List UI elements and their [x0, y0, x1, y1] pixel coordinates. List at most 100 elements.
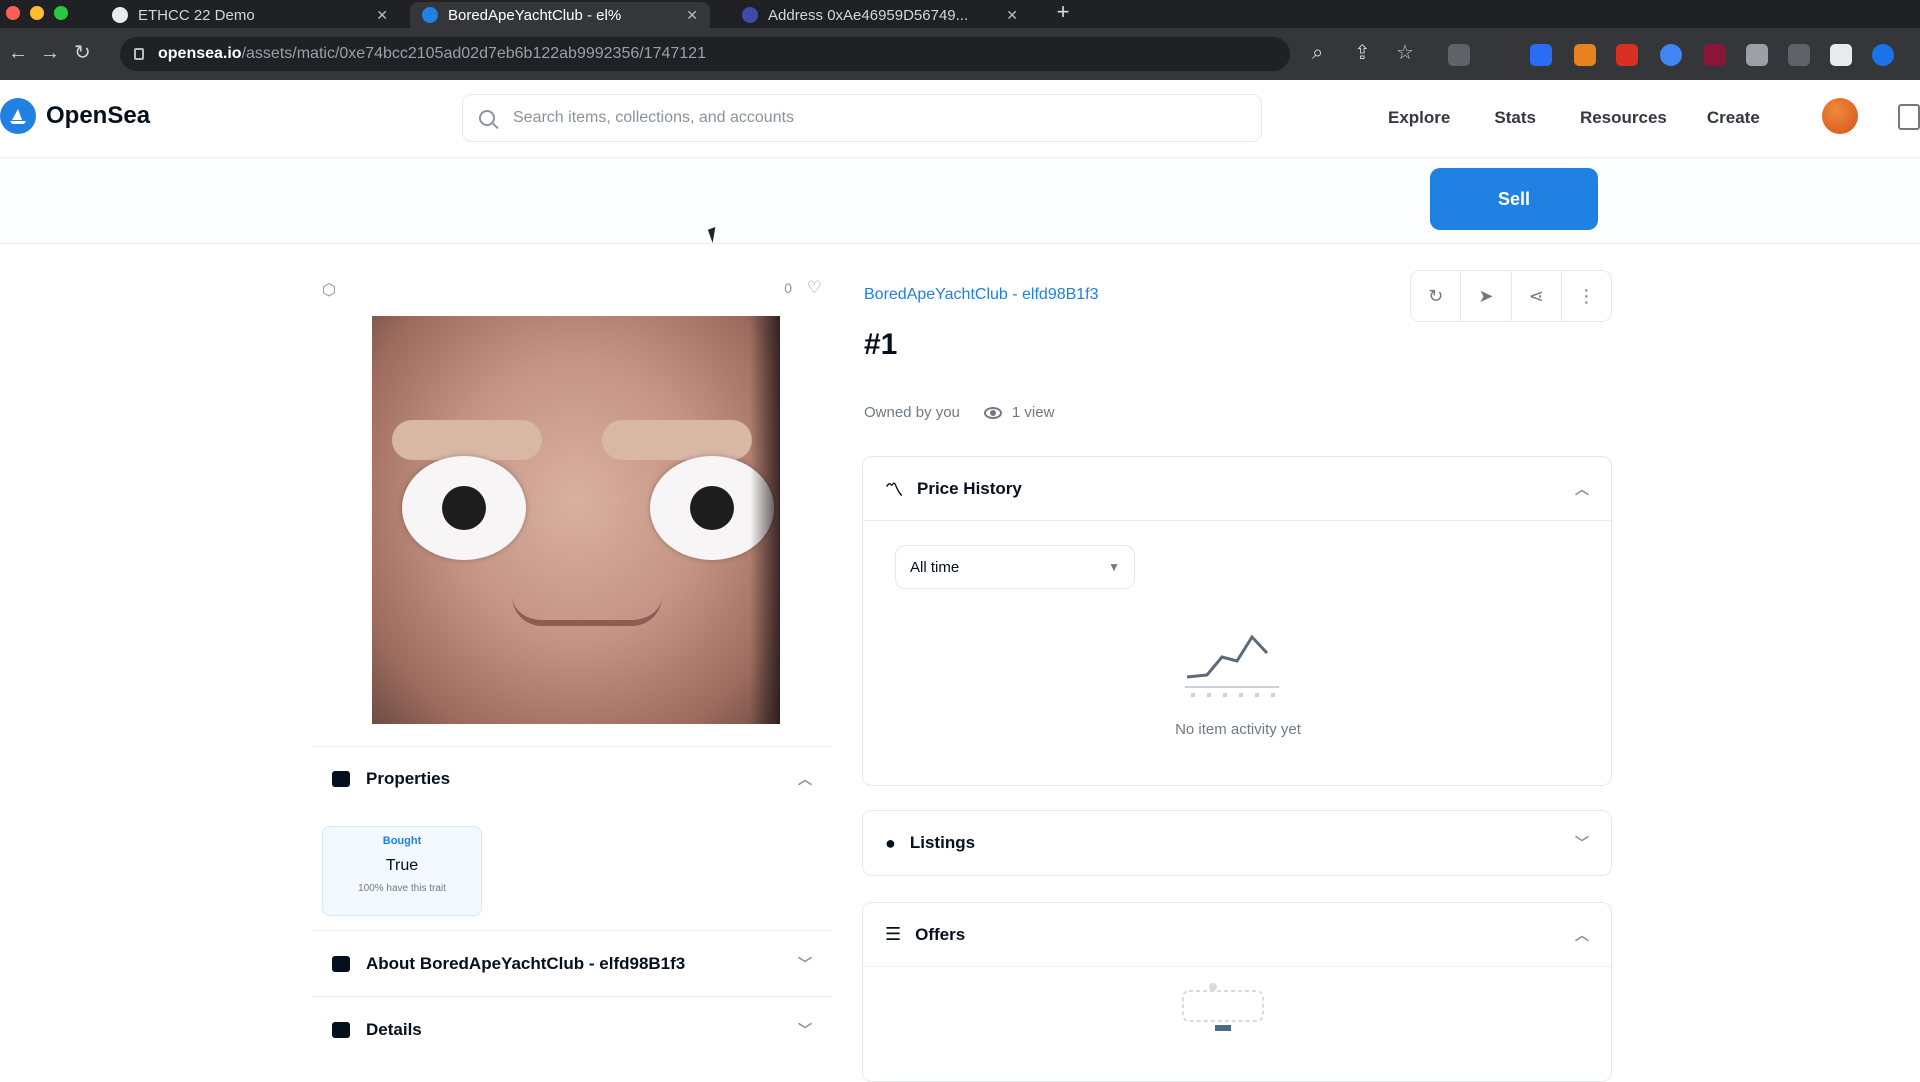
views-eye-icon — [983, 406, 1002, 419]
tab-title: BoredApeYachtClub - el% — [448, 6, 622, 24]
maximize-window-button[interactable] — [54, 6, 68, 20]
forward-arrow-icon[interactable]: → — [40, 42, 60, 64]
image-header: ⬡ 0 ♡ — [312, 266, 832, 316]
extension-icon[interactable] — [1660, 44, 1682, 66]
refresh-icon[interactable]: ↻ — [1411, 271, 1462, 321]
reload-icon[interactable]: ↻ — [74, 42, 91, 64]
puzzle-extensions-icon[interactable] — [1746, 44, 1768, 66]
listings-panel: ● Listings ﹀ — [862, 810, 1612, 876]
search-icon — [479, 110, 495, 126]
search-placeholder: Search items, collections, and accounts — [513, 109, 795, 126]
empty-offers-illustration-icon — [1182, 983, 1264, 1031]
back-arrow-icon[interactable]: ← — [8, 42, 28, 64]
opensea-logo[interactable]: OpenSea — [0, 98, 150, 134]
extension-icon[interactable] — [1788, 44, 1810, 66]
extension-icon[interactable] — [1448, 44, 1470, 66]
account-avatar[interactable] — [1822, 98, 1858, 134]
nft-image-mouth — [512, 596, 662, 626]
extension-icon[interactable] — [1704, 44, 1726, 66]
extension-icon[interactable] — [1616, 44, 1638, 66]
nft-image-eye-left — [402, 456, 526, 560]
tab-title: Address 0xAe46959D56749... — [768, 6, 969, 24]
properties-panel-header[interactable]: Properties ︿ — [312, 746, 832, 810]
nav-resources[interactable]: Resources — [1580, 108, 1667, 128]
owned-by-text: Owned by you — [864, 404, 960, 421]
nft-image[interactable] — [372, 316, 780, 724]
view-count: 1 view — [1011, 404, 1055, 421]
bookmark-star-icon[interactable]: ☆ — [1396, 42, 1414, 64]
property-rarity: 100% have this trait — [358, 883, 446, 894]
window-controls — [6, 6, 68, 20]
price-history-header[interactable]: 〽 Price History ︿ — [863, 457, 1611, 521]
time-range-select[interactable]: All time ▼ — [895, 545, 1135, 589]
nav-explore[interactable]: Explore — [1388, 108, 1450, 128]
url-host: opensea.io — [158, 45, 242, 62]
offers-panel: ☰ Offers ︿ — [862, 902, 1612, 1082]
tab-close-icon[interactable]: ✕ — [992, 7, 1018, 24]
url-input[interactable]: opensea.io /assets/matic/0xe74bcc2105ad0… — [120, 37, 1290, 71]
logo-text: OpenSea — [46, 102, 151, 129]
nft-image-pupil — [442, 486, 486, 530]
details-icon — [332, 1021, 350, 1038]
details-title: Details — [366, 1019, 422, 1039]
empty-chart-illustration-icon — [1185, 634, 1279, 697]
profile-icon[interactable] — [1872, 44, 1894, 66]
tab-close-icon[interactable]: ✕ — [672, 7, 698, 24]
tab-close-icon[interactable]: ✕ — [362, 7, 388, 24]
asset-left-column: ⬡ 0 ♡ Properties ︿ Bought True 100% have… — [312, 266, 832, 1039]
collection-link[interactable]: BoredApeYachtClub - elfd98B1f3 — [864, 286, 1099, 304]
tab-favicon-icon — [742, 7, 758, 23]
chevron-up-icon: ︿ — [798, 770, 812, 787]
search-input[interactable]: Search items, collections, and accounts — [462, 94, 1262, 142]
tab-favicon-icon — [422, 7, 438, 23]
minimize-window-button[interactable] — [30, 6, 44, 20]
sidebar-toggle-icon[interactable] — [1830, 44, 1852, 66]
property-type: Bought — [382, 835, 422, 847]
chevron-up-icon: ︿ — [1575, 480, 1589, 497]
site-header: OpenSea Search items, collections, and a… — [0, 80, 1920, 158]
browser-tab-3[interactable]: Address 0xAe46959D56749... ✕ — [730, 2, 1030, 28]
extension-icon[interactable] — [1530, 44, 1552, 66]
nft-image-brow-right — [602, 420, 752, 460]
property-value: True — [385, 857, 419, 874]
property-card[interactable]: Bought True 100% have this trait — [322, 826, 482, 916]
about-title: About BoredApeYachtClub - elfd98B1f3 — [366, 953, 686, 973]
browser-address-bar: ← → ↻ opensea.io /assets/matic/0xe74bcc2… — [0, 28, 1920, 80]
zoom-icon[interactable]: ⌕ — [1312, 42, 1323, 64]
share-icon[interactable]: ⇪ — [1354, 42, 1371, 64]
nft-image-brow-left — [392, 420, 542, 460]
new-tab-button[interactable]: + — [1050, 0, 1076, 26]
listings-header[interactable]: ● Listings ﹀ — [863, 811, 1611, 875]
nav-stats[interactable]: Stats — [1494, 108, 1536, 128]
offers-header[interactable]: ☰ Offers ︿ — [863, 903, 1611, 967]
opensea-logo-icon — [0, 98, 36, 134]
price-history-title: Price History — [917, 478, 1022, 498]
sell-button[interactable]: Sell — [1430, 168, 1598, 230]
properties-tag-icon — [332, 770, 350, 787]
favorite-count: 0 — [784, 280, 792, 296]
time-range-value: All time — [910, 558, 960, 576]
lock-icon — [134, 48, 144, 60]
heart-icon[interactable]: ♡ — [807, 278, 822, 298]
details-panel-header[interactable]: Details ﹀ — [312, 996, 832, 1062]
browser-tab-2[interactable]: BoredApeYachtClub - el% ✕ — [410, 2, 710, 28]
more-options-icon[interactable]: ⋮ — [1562, 271, 1611, 321]
token-title: #1 — [864, 328, 898, 361]
about-panel-header[interactable]: About BoredApeYachtClub - elfd98B1f3 ﹀ — [312, 930, 832, 996]
nft-image-shadow — [750, 316, 780, 724]
browser-tab-1[interactable]: ETHCC 22 Demo ✕ — [100, 2, 400, 28]
polygon-chain-icon: ⬡ — [322, 282, 336, 299]
nav-create[interactable]: Create — [1707, 108, 1760, 128]
nft-image-pupil — [690, 486, 734, 530]
transfer-icon[interactable]: ➤ — [1461, 271, 1512, 321]
wallet-icon[interactable] — [1898, 104, 1920, 130]
asset-action-group: ↻ ➤ ⋖ ⋮ — [1410, 270, 1612, 322]
share-icon[interactable]: ⋖ — [1512, 271, 1562, 321]
browser-tab-bar: ETHCC 22 Demo ✕ BoredApeYachtClub - el% … — [0, 0, 1920, 28]
about-icon — [332, 955, 350, 972]
url-path: /assets/matic/0xe74bcc2105ad02d7eb6b122a… — [241, 45, 706, 62]
tab-favicon-icon — [112, 7, 128, 23]
close-window-button[interactable] — [6, 6, 20, 20]
metamask-extension-icon[interactable] — [1574, 44, 1596, 66]
owner-action-bar: Sell — [0, 158, 1920, 244]
